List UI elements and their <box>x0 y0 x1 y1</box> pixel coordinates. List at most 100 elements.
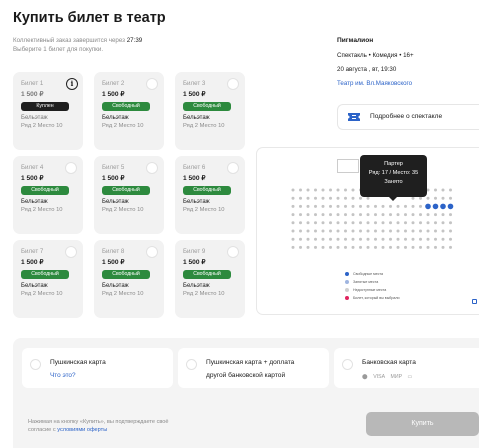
seat[interactable] <box>291 221 295 225</box>
seat[interactable] <box>314 188 317 192</box>
ticket-radio[interactable] <box>227 162 239 174</box>
seat[interactable] <box>396 221 400 225</box>
seat[interactable] <box>404 204 407 208</box>
hall-map[interactable]: Партер Ряд: 17 / Место: 35 Занято Свобод… <box>256 147 479 315</box>
seat[interactable] <box>351 221 355 225</box>
seat[interactable] <box>396 237 400 241</box>
seat[interactable] <box>314 204 317 208</box>
what-is-it-link[interactable]: Что это? <box>50 372 76 379</box>
seat[interactable] <box>426 229 430 233</box>
seat[interactable] <box>314 245 317 249</box>
seat[interactable] <box>344 213 347 217</box>
seat[interactable] <box>434 237 437 241</box>
seat[interactable] <box>351 196 355 200</box>
payment-option-pushkin-plus-card[interactable]: Пушкинская карта + доплата другой банков… <box>178 348 329 388</box>
seat[interactable] <box>419 213 422 217</box>
seat[interactable] <box>351 245 355 249</box>
seat[interactable] <box>441 245 445 249</box>
ticket-card[interactable]: Билет 11 500 ₽ Куплен Бельэтаж Ряд 2 Место … <box>13 72 83 150</box>
seat[interactable] <box>336 204 340 208</box>
seat[interactable] <box>314 221 317 225</box>
seat[interactable] <box>344 188 347 192</box>
seat[interactable] <box>366 245 370 249</box>
seat[interactable] <box>306 245 310 249</box>
seat[interactable] <box>366 204 370 208</box>
seat[interactable] <box>359 213 362 217</box>
seat[interactable] <box>306 221 310 225</box>
seat[interactable] <box>366 196 370 200</box>
seat[interactable] <box>381 229 385 233</box>
seat[interactable] <box>291 229 295 233</box>
ticket-radio[interactable] <box>146 78 158 90</box>
seat[interactable] <box>411 221 415 225</box>
seat[interactable] <box>321 188 325 192</box>
info-icon[interactable]: i <box>66 78 78 90</box>
seat[interactable] <box>291 213 295 217</box>
seat[interactable] <box>411 237 415 241</box>
seat[interactable] <box>411 245 415 249</box>
seat[interactable] <box>321 245 325 249</box>
seat[interactable] <box>299 204 302 208</box>
seat[interactable] <box>344 196 347 200</box>
seat-selected[interactable] <box>440 203 446 210</box>
seat[interactable] <box>299 221 302 225</box>
seat[interactable] <box>426 221 430 225</box>
seat[interactable] <box>404 229 407 233</box>
seat[interactable] <box>434 221 437 225</box>
ticket-radio[interactable] <box>227 78 239 90</box>
seat[interactable] <box>299 237 302 241</box>
ticket-card[interactable]: Билет 41 500 ₽ Свободный Бельэтаж Ряд 2 Мес… <box>13 156 83 234</box>
seat[interactable] <box>411 213 415 217</box>
seat[interactable] <box>411 204 415 208</box>
ticket-card[interactable]: Билет 81 500 ₽ Свободный Бельэтаж Ряд 2 Мес… <box>94 240 164 318</box>
seat[interactable] <box>419 237 422 241</box>
seat[interactable] <box>396 213 400 217</box>
seat[interactable] <box>359 221 362 225</box>
seat[interactable] <box>359 196 362 200</box>
seat[interactable] <box>329 188 332 192</box>
seat[interactable] <box>441 196 445 200</box>
ticket-card[interactable]: Билет 31 500 ₽ Свободный Бельэтаж Ряд 2 Мес… <box>175 72 245 150</box>
seat[interactable] <box>336 229 340 233</box>
seat-selected[interactable] <box>425 203 431 210</box>
ticket-card[interactable]: Билет 21 500 ₽ Свободный Бельэтаж Ряд 2 Мес… <box>94 72 164 150</box>
seat[interactable] <box>434 213 437 217</box>
ticket-card[interactable]: Билет 61 500 ₽ Свободный Бельэтаж Ряд 2 Мес… <box>175 156 245 234</box>
seat[interactable] <box>396 229 400 233</box>
ticket-radio[interactable] <box>146 162 158 174</box>
seat[interactable] <box>306 213 310 217</box>
seat[interactable] <box>329 221 332 225</box>
seat[interactable] <box>449 229 452 233</box>
seat[interactable] <box>366 213 370 217</box>
seat[interactable] <box>336 245 340 249</box>
seat[interactable] <box>321 229 325 233</box>
seat[interactable] <box>396 245 400 249</box>
seat[interactable] <box>404 213 407 217</box>
seat[interactable] <box>329 237 332 241</box>
show-details-button[interactable]: Подробнее о спектакле <box>337 104 479 130</box>
seat[interactable] <box>306 188 310 192</box>
seat[interactable] <box>404 221 407 225</box>
seat[interactable] <box>366 237 370 241</box>
seat[interactable] <box>329 196 332 200</box>
seat[interactable] <box>449 221 452 225</box>
seat[interactable] <box>306 229 310 233</box>
seat[interactable] <box>449 188 452 192</box>
seat[interactable] <box>359 245 362 249</box>
seat[interactable] <box>449 237 452 241</box>
radio-button[interactable] <box>342 359 353 370</box>
seat[interactable] <box>329 213 332 217</box>
buy-button[interactable]: Купить <box>366 412 479 436</box>
seat[interactable] <box>441 221 445 225</box>
seat[interactable] <box>351 213 355 217</box>
seat[interactable] <box>336 237 340 241</box>
seat[interactable] <box>366 229 370 233</box>
seat[interactable] <box>426 237 430 241</box>
seat[interactable] <box>291 204 295 208</box>
seat[interactable] <box>374 237 377 241</box>
seat[interactable] <box>426 213 430 217</box>
seat[interactable] <box>434 188 437 192</box>
seat[interactable] <box>306 237 310 241</box>
seat[interactable] <box>441 237 445 241</box>
seat[interactable] <box>411 229 415 233</box>
